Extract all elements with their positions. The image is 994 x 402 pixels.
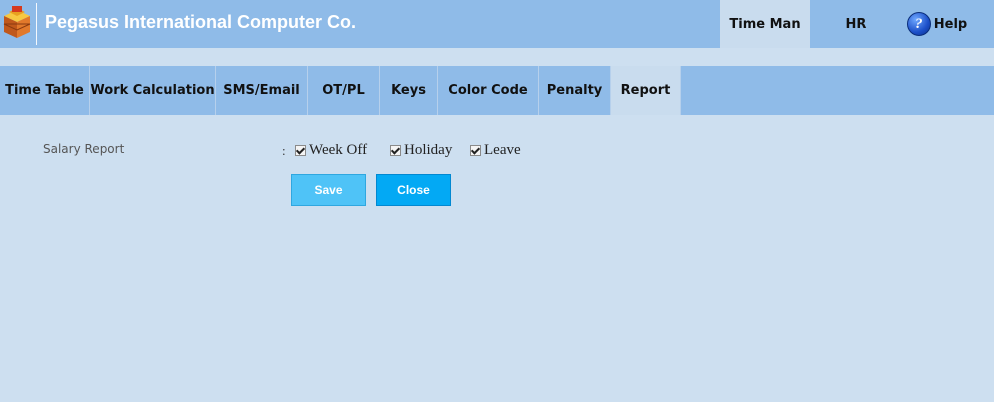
nav-hr[interactable]: HR bbox=[810, 0, 902, 48]
tab-work-calculation[interactable]: Work Calculation bbox=[90, 66, 216, 115]
nav-help[interactable]: ? Help bbox=[902, 0, 972, 48]
holiday-label: Holiday bbox=[404, 142, 453, 158]
week-off-option: Week Off bbox=[295, 142, 367, 159]
tab-label: Color Code bbox=[448, 83, 528, 98]
nav-time-man[interactable]: Time Man bbox=[720, 0, 810, 48]
tab-label: SMS/Email bbox=[223, 83, 300, 98]
header-spacer bbox=[0, 48, 994, 66]
logo-divider bbox=[36, 3, 37, 45]
tab-label: Work Calculation bbox=[90, 83, 215, 98]
top-header: Pegasus International Computer Co. Time … bbox=[0, 0, 994, 48]
tab-time-table[interactable]: Time Table bbox=[0, 66, 90, 115]
tab-color-code[interactable]: Color Code bbox=[438, 66, 539, 115]
week-off-checkbox[interactable] bbox=[295, 145, 306, 156]
nav-hr-label: HR bbox=[845, 16, 867, 32]
tab-label: Time Table bbox=[5, 83, 84, 98]
tab-report[interactable]: Report bbox=[611, 66, 681, 115]
week-off-label: Week Off bbox=[309, 142, 368, 158]
leave-label: Leave bbox=[484, 142, 521, 158]
nav-help-label: Help bbox=[933, 16, 968, 32]
tab-sms-email[interactable]: SMS/Email bbox=[216, 66, 308, 115]
nav-time-man-label: Time Man bbox=[729, 16, 801, 32]
tab-keys[interactable]: Keys bbox=[380, 66, 438, 115]
save-button[interactable]: Save bbox=[291, 174, 366, 206]
tab-label: Keys bbox=[391, 83, 426, 98]
close-button[interactable]: Close bbox=[376, 174, 451, 206]
tab-penalty[interactable]: Penalty bbox=[539, 66, 611, 115]
tab-ot-pl[interactable]: OT/PL bbox=[308, 66, 380, 115]
label-separator: : bbox=[282, 143, 286, 158]
tab-label: Report bbox=[620, 83, 671, 98]
company-name: Pegasus International Computer Co. bbox=[45, 12, 357, 32]
salary-report-label: Salary Report bbox=[43, 142, 125, 156]
holiday-checkbox[interactable] bbox=[390, 145, 401, 156]
leave-option: Leave bbox=[470, 142, 521, 159]
company-logo-icon bbox=[0, 4, 34, 42]
tab-bar: Time Table Work Calculation SMS/Email OT… bbox=[0, 66, 994, 115]
tab-label: Penalty bbox=[546, 83, 603, 98]
tab-label: OT/PL bbox=[322, 83, 365, 98]
leave-checkbox[interactable] bbox=[470, 145, 481, 156]
holiday-option: Holiday bbox=[390, 142, 452, 159]
help-icon: ? bbox=[906, 12, 931, 36]
